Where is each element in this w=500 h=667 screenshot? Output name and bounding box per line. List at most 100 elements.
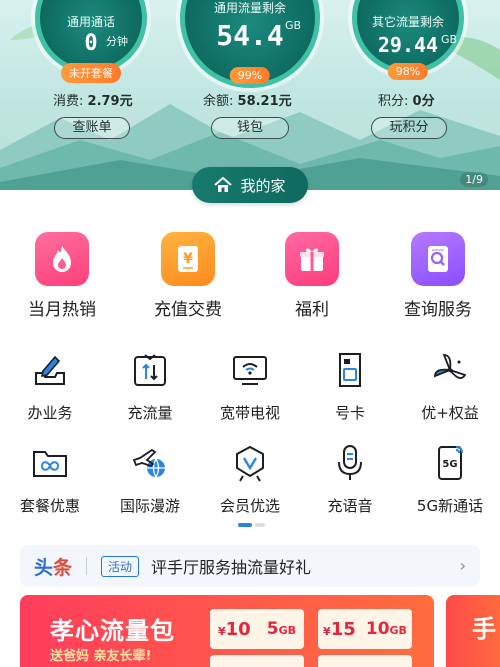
coupon-card[interactable]: ¥15 10GB [318,609,412,649]
member-select-label: 会员优选 [219,497,280,515]
coupon-card-partial [318,655,412,667]
voice-recharge-label: 充语音 [327,497,373,515]
recharge-label: 充值交费 [154,300,222,320]
promo-title: 孝心流量包 [50,617,175,645]
balance-label: 余额: [203,94,234,109]
package-discount-item[interactable]: 套餐优惠 [0,443,100,516]
voice-recharge-item[interactable]: 充语音 [300,443,400,516]
gauge-unit: GB [285,19,302,32]
number-card-item[interactable]: 号卡 [300,350,400,423]
page-dot [255,523,265,527]
phone-5g-icon: 5G [429,443,471,483]
broadband-tv-item[interactable]: 宽带电视 [200,350,300,423]
coupon-price: ¥15 [323,619,356,640]
coupon-card-partial [210,655,304,667]
featured-services: 当月热销 ¥ 充值交费 福利 查询服务 [0,232,500,322]
query-service-label: 查询服务 [404,300,472,320]
package-discount-label: 套餐优惠 [19,497,80,515]
query-service-item[interactable]: 查询服务 [388,232,488,320]
headline-text: 评手厅服务抽流量好礼 [151,558,312,577]
pinwheel-icon [429,350,471,390]
number-card-label: 号卡 [334,404,365,422]
headline-brand: 头条 [34,553,72,580]
headline-bar[interactable]: 头条 活动 评手厅服务抽流量好礼 › [20,545,480,587]
my-home-label: 我的家 [240,176,286,195]
headline-brand-a: 头 [34,556,54,579]
gauge-status-pill: 未开套餐 [61,63,121,83]
coupon-data: 5GB [267,619,296,639]
data-arrows-icon [129,350,171,390]
search-doc-icon [411,232,465,286]
broadband-tv-label: 宽带电视 [219,404,280,422]
vip-badge-icon [229,443,271,483]
gauge-unit: GB [441,33,458,46]
account-banner: 通用通话 0 分钟 未开套餐 通用流量剩余 54.4 GB 99% 其它流量剩余… [0,0,500,190]
coupon-price-value: 15 [330,618,356,640]
data-recharge-label: 充流量 [127,404,173,422]
balance-value: 58.21元 [237,94,292,109]
gauge-percent-pill: 99% [229,67,271,84]
plane-globe-icon [129,443,171,483]
plus-benefits-item[interactable]: 优+权益 [400,350,500,423]
play-points-button[interactable]: 玩积分 [371,117,447,139]
coupon-currency: ¥ [218,624,226,638]
next-promo-banner[interactable]: 手 [446,595,500,667]
next-promo-text: 手 [472,615,496,643]
spend-stat: 消费: 2.79元 [53,90,133,109]
sim-card-icon [329,350,371,390]
points-value: 0分 [412,94,435,109]
promo-banner[interactable]: 孝心流量包 送爸妈 亲友长辈! ¥10 5GB ¥15 10GB [20,595,434,667]
gift-icon [285,232,339,286]
recharge-item[interactable]: ¥ 充值交费 [138,232,238,320]
headline-divider [86,557,88,575]
banner-page-indicator: 1/9 [460,172,488,187]
data-recharge-item[interactable]: 充流量 [100,350,200,423]
plus-benefits-label: 优+权益 [421,404,479,422]
spend-label: 消费: [53,94,84,109]
page-dot-active [238,523,252,527]
hot-sales-label: 当月热销 [28,300,96,320]
handle-business-label: 办业务 [27,404,73,422]
coupon-price-value: 10 [225,618,251,640]
headline-brand-b: 条 [53,556,73,579]
yen-card-icon: ¥ [161,232,215,286]
international-roaming-item[interactable]: 国际漫游 [100,443,200,516]
check-bill-button[interactable]: 查账单 [54,117,130,139]
chevron-right-icon: › [459,556,466,575]
welfare-item[interactable]: 福利 [262,232,362,320]
svg-text:¥: ¥ [183,251,193,267]
svg-text:5G: 5G [442,459,457,470]
hot-sales-item[interactable]: 当月热销 [12,232,112,320]
tv-wifi-icon [229,350,271,390]
gauge-title: 通用流量剩余 [213,1,286,15]
coupon-card[interactable]: ¥10 5GB [210,609,304,649]
promo-subtitle: 送爸妈 亲友长辈! [50,649,152,664]
coupon-data-value: 5 [266,619,279,639]
house-icon [214,177,233,192]
5g-new-call-label: 5G新通话 [416,497,484,515]
grid-page-dots [238,523,265,527]
headline-tag: 活动 [101,555,140,577]
international-roaming-label: 国际漫游 [119,497,180,515]
gauge-percent-pill: 98% [387,63,429,80]
coupon-data-value: 10 [365,619,390,639]
gauge-title: 通用通话 [66,15,115,29]
coupon-data: 10GB [366,619,407,639]
points-stat: 积分: 0分 [378,90,435,109]
my-home-button[interactable]: 我的家 [192,167,308,203]
handle-business-item[interactable]: 办业务 [0,350,100,423]
wallet-button[interactable]: 钱包 [211,117,289,139]
member-select-item[interactable]: 会员优选 [200,443,300,516]
welfare-label: 福利 [295,300,329,320]
fire-icon [35,232,89,286]
pen-tray-icon [29,350,71,390]
coupon-currency: ¥ [323,624,331,638]
points-label: 积分: [378,94,409,109]
spend-value: 2.79元 [87,94,133,109]
balance-stat: 余额: 58.21元 [203,90,292,109]
folder-infinity-icon [29,443,71,483]
5g-new-call-item[interactable]: 5G 5G新通话 [400,443,500,516]
gauge-title: 其它流量剩余 [371,15,444,29]
coupon-data-unit: GB [389,624,407,637]
coupon-price: ¥10 [218,619,251,640]
